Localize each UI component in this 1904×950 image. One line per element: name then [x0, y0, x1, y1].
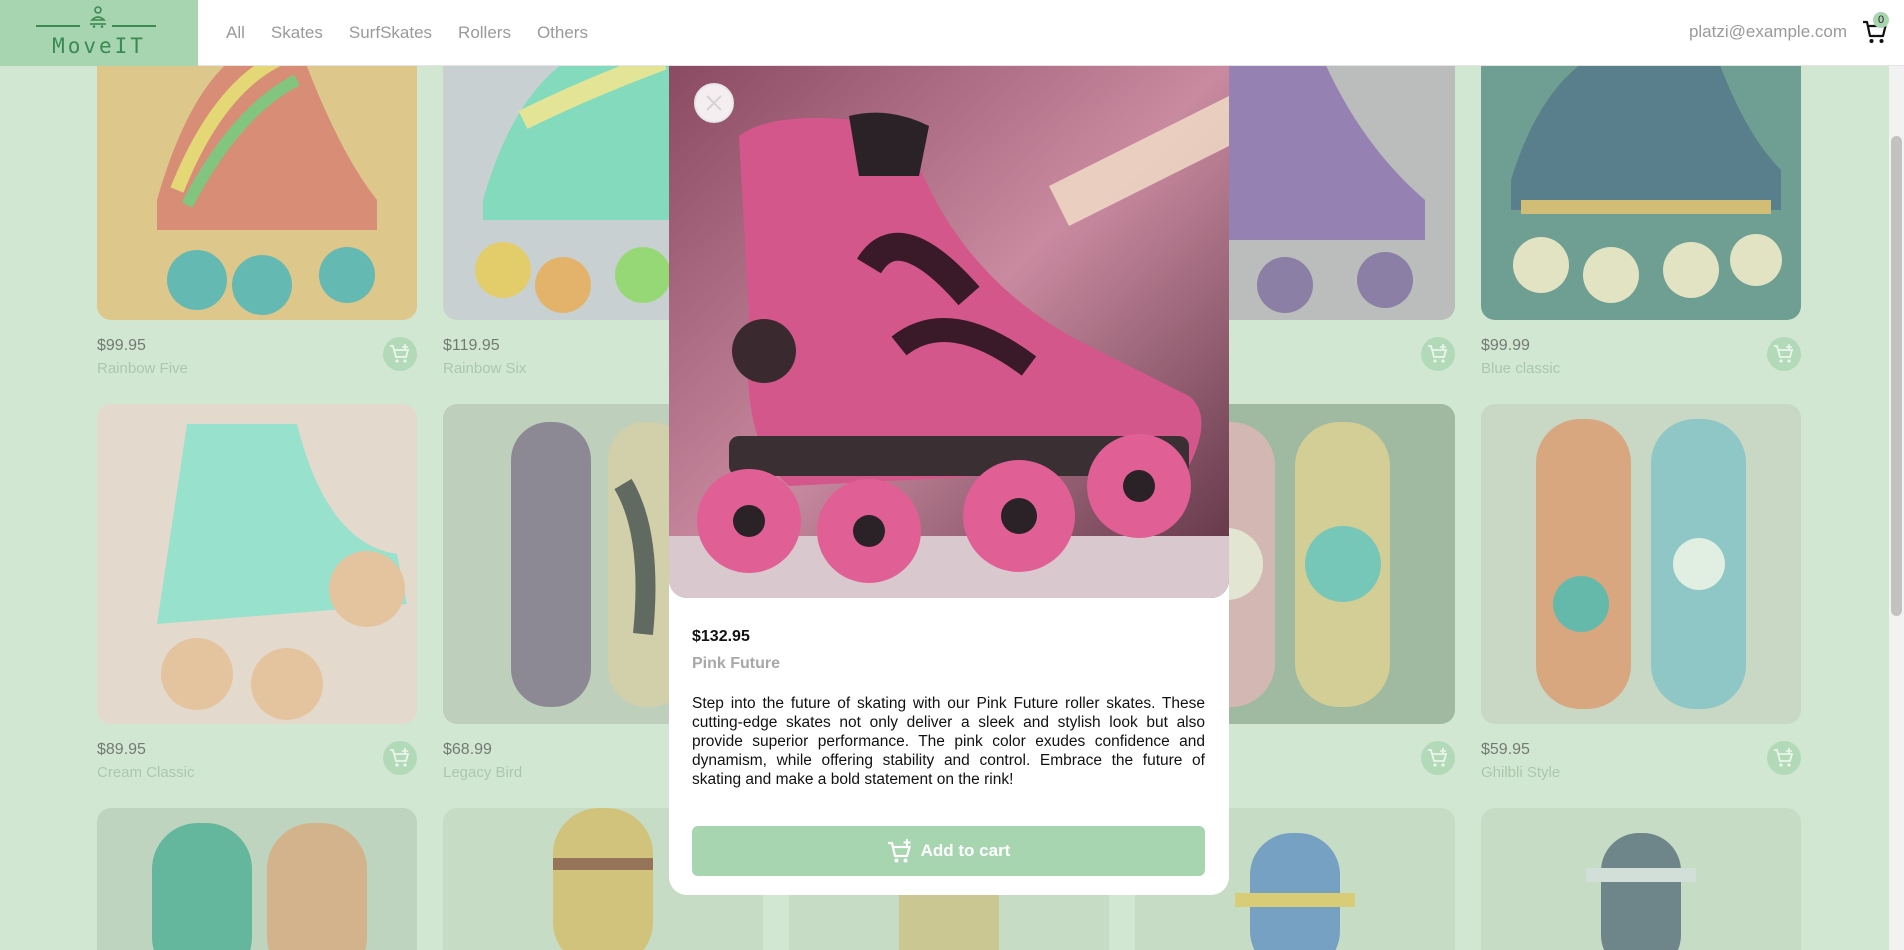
category-nav: All Skates SurfSkates Rollers Others	[226, 0, 588, 66]
logo-text: MoveIT	[52, 34, 146, 58]
logo-line-right	[112, 25, 156, 27]
logo-skater-icon	[90, 6, 106, 28]
top-navbar: MoveIT All Skates SurfSkates Rollers Oth…	[0, 0, 1904, 66]
product-detail-modal: $132.95 Pink Future Step into the future…	[669, 66, 1229, 895]
page-scrollbar[interactable]	[1889, 66, 1904, 950]
modal-product-description: Step into the future of skating with our…	[692, 695, 1205, 788]
nav-item-others[interactable]: Others	[537, 23, 588, 43]
nav-item-surfskates[interactable]: SurfSkates	[349, 23, 432, 43]
scrollbar-thumb[interactable]	[1891, 136, 1902, 616]
logo-line-left	[36, 25, 80, 27]
modal-add-to-cart-button[interactable]: Add to cart	[692, 826, 1205, 876]
product-detail-image	[669, 66, 1229, 598]
user-email[interactable]: platzi@example.com	[1689, 22, 1847, 42]
nav-item-rollers[interactable]: Rollers	[458, 23, 511, 43]
nav-item-skates[interactable]: Skates	[271, 23, 323, 43]
logo[interactable]: MoveIT	[0, 0, 198, 66]
cart-count-badge: 0	[1873, 12, 1889, 28]
cart-plus-icon	[887, 839, 911, 863]
modal-add-to-cart-label: Add to cart	[920, 841, 1011, 860]
modal-product-price: $132.95	[692, 628, 750, 645]
modal-close-button[interactable]	[694, 83, 734, 123]
close-icon	[706, 95, 722, 111]
nav-item-all[interactable]: All	[226, 23, 245, 43]
modal-product-name: Pink Future	[692, 655, 781, 672]
